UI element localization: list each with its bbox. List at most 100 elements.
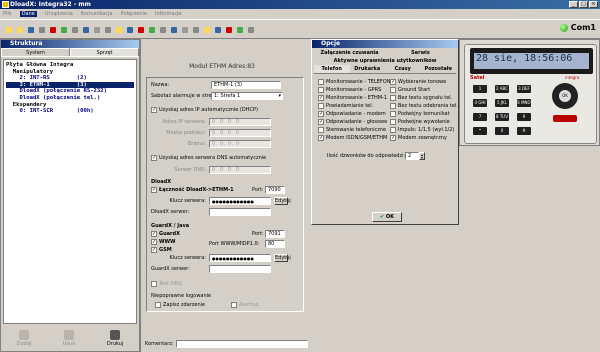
option-checkbox[interactable]: ✓ Monitorowanie - ETHM-1 — [318, 94, 388, 102]
keypad-key[interactable]: 0 — [495, 127, 509, 135]
keypad-key[interactable]: 5 JKL — [495, 99, 509, 107]
guardx-key-input[interactable]: ●●●●●●●●●●●● — [209, 254, 271, 262]
option-checkbox[interactable]: ✓ Odpowiadanie - modem — [318, 110, 388, 118]
toolbar-tool-6-icon[interactable] — [69, 24, 79, 34]
www-port-input[interactable]: 80 — [265, 240, 285, 248]
tab-system[interactable]: System — [1, 48, 70, 56]
toolbar-tool-11-icon[interactable] — [124, 24, 134, 34]
remove-button[interactable]: Usuń — [63, 330, 75, 350]
keypad-key[interactable]: 7 PQRS — [473, 113, 487, 127]
comment-input[interactable] — [176, 340, 308, 348]
dloadx-port-input[interactable]: 7090 — [265, 186, 285, 194]
toolbar-tool-8-icon[interactable] — [91, 24, 101, 34]
option-checkbox[interactable]: Bez testu sygnału tel. — [390, 94, 458, 102]
add-button[interactable]: Dodaj — [17, 330, 31, 350]
toolbar-tool-13-icon[interactable] — [146, 24, 156, 34]
hardware-tree[interactable]: Płyta Główna Integra Manipulatory 2: INT… — [3, 59, 137, 324]
toolbar-tool-3-icon[interactable] — [36, 24, 46, 34]
keypad-key[interactable]: * — [473, 127, 487, 135]
tree-item[interactable]: Płyta Główna Integra — [6, 62, 134, 69]
option-checkbox[interactable]: Sterowanie telefoniczne — [318, 126, 388, 134]
toolbar-tool-12-icon[interactable] — [135, 24, 145, 34]
function-key[interactable] — [553, 115, 577, 122]
tab-user-rights[interactable]: Aktywne uprawnienia użytkowników — [314, 57, 456, 65]
tab-printer[interactable]: Drukarka — [350, 65, 386, 73]
menu-item-2[interactable]: Urządzenia — [45, 11, 73, 17]
option-checkbox[interactable]: ✓ Modem zewnętrzny — [390, 134, 458, 142]
dloadx-key-edit-button[interactable]: Edytuj — [274, 197, 291, 205]
toolbar-tool-4-icon[interactable] — [47, 24, 57, 34]
toolbar-tool-21-icon[interactable] — [234, 24, 244, 34]
option-checkbox[interactable]: ✓ Odpowiadanie - głosowe — [318, 118, 388, 126]
gateway-input[interactable]: 0 . 0 . 0 . 0 — [209, 140, 271, 148]
keypad-key[interactable]: 8 TUV — [495, 113, 509, 121]
toolbar-tool-1-icon[interactable] — [14, 24, 24, 34]
toolbar-tool-22-icon[interactable] — [245, 24, 255, 34]
alarm-checkbox[interactable]: Alarmuj — [231, 301, 258, 309]
rings-spinner[interactable]: ▴ ▾ — [419, 152, 425, 160]
dhcp-checkbox[interactable]: ✓ Uzyskaj adres IP automatycznie (DHCP) — [151, 106, 258, 114]
test-ping-checkbox[interactable]: Test PING — [151, 280, 183, 288]
option-checkbox[interactable]: Bez testu odebrania tel. — [390, 102, 458, 110]
menu-item-4[interactable]: Połączenie — [121, 11, 147, 17]
save-event-checkbox[interactable]: Zapisz zdarzenie — [155, 301, 205, 309]
sabotage-select[interactable]: 1: Strefa 1 ▾ — [211, 92, 283, 100]
option-checkbox[interactable]: Powiadamianie tel. — [318, 102, 388, 110]
ok-button[interactable]: ✔ OK — [372, 212, 402, 222]
toolbar-tool-17-icon[interactable] — [190, 24, 200, 34]
gsm-checkbox[interactable]: ✓ GSM — [151, 246, 172, 254]
tree-item[interactable]: DloadX (połączenie RS-232) — [6, 88, 134, 95]
menu-item-1[interactable]: Dane — [19, 11, 37, 17]
tab-other[interactable]: Pozostałe — [421, 65, 457, 73]
dns-input[interactable]: 0 . 0 . 0 . 0 — [209, 166, 271, 174]
option-checkbox[interactable]: ✓ Wybieranie tonowe — [390, 78, 458, 86]
tree-item[interactable]: 3: ETHM-1 (3) — [6, 81, 134, 89]
name-input[interactable]: ETHM-1 (3) — [211, 81, 281, 89]
option-checkbox[interactable]: ✓ Modem ISDN/GSM/ETHM — [318, 134, 388, 142]
guardx-server-input[interactable] — [209, 265, 271, 273]
mask-input[interactable]: 0 . 0 . 0 . 0 — [209, 129, 271, 137]
tree-item[interactable]: Ekspandery — [6, 102, 134, 109]
toolbar-tool-7-icon[interactable] — [80, 24, 90, 34]
toolbar-tool-10-icon[interactable] — [113, 24, 123, 34]
tree-item[interactable]: Manipulatory — [6, 69, 134, 76]
toolbar-tool-2-icon[interactable] — [25, 24, 35, 34]
ip-input[interactable]: 0 . 0 . 0 . 0 — [209, 118, 271, 126]
toolbar-tool-5-icon[interactable] — [58, 24, 68, 34]
tab-times[interactable]: Czasy — [385, 65, 421, 73]
tab-service[interactable]: Serwis — [385, 49, 456, 57]
keypad-key[interactable]: # — [517, 127, 531, 135]
tree-item[interactable]: 0: INT-SCR (00h) — [6, 108, 134, 115]
tree-item[interactable]: 2: INT-RS (2) — [6, 75, 134, 82]
tab-phone[interactable]: Telefon — [314, 65, 350, 73]
dloadx-key-input[interactable]: ●●●●●●●●●●●● — [209, 197, 271, 205]
guardx-key-edit-button[interactable]: Edytuj — [274, 254, 291, 262]
close-button[interactable]: × — [589, 1, 598, 8]
toolbar-tool-19-icon[interactable] — [212, 24, 222, 34]
option-checkbox[interactable]: Monitorowanie - TELEFON — [318, 78, 390, 86]
tree-item[interactable]: DloadX (połączenie tel.) — [6, 95, 134, 102]
menu-item-0[interactable]: Plik — [3, 11, 12, 17]
toolbar-tool-15-icon[interactable] — [168, 24, 178, 34]
keypad-key[interactable]: 6 MNO — [517, 99, 531, 107]
toolbar-tool-20-icon[interactable] — [223, 24, 233, 34]
rings-input[interactable]: 2 — [405, 152, 419, 160]
toolbar-tool-9-icon[interactable] — [102, 24, 112, 34]
print-button[interactable]: Drukuj — [107, 330, 123, 350]
toolbar-tool-14-icon[interactable] — [157, 24, 167, 34]
keypad-key[interactable]: 9 WXYZ — [517, 113, 531, 127]
www-checkbox[interactable]: ✓ WWW — [151, 238, 176, 246]
keypad-key[interactable]: 2 ABC — [495, 85, 509, 93]
keypad-key[interactable]: 3 DEF — [517, 85, 531, 93]
keypad-key[interactable]: 1 — [473, 85, 487, 93]
dloadx-link-checkbox[interactable]: ✓ Łączność DloadX->ETHM-1 — [151, 186, 234, 194]
guardx-port-input[interactable]: 7091 — [265, 230, 285, 238]
menu-item-5[interactable]: Informacje — [155, 11, 182, 17]
minimize-button[interactable]: _ — [569, 1, 578, 8]
tab-arming[interactable]: Załączenie czuwania — [314, 49, 385, 57]
toolbar-tool-0-icon[interactable] — [3, 24, 13, 34]
option-checkbox[interactable]: Monitorowanie - GPRS — [318, 86, 388, 94]
option-checkbox[interactable]: Podwójne wywołanie — [390, 118, 458, 126]
option-checkbox[interactable]: Impuls: 1/1,5 (wył.1/2) — [390, 126, 458, 134]
option-checkbox[interactable]: Ground Start — [390, 86, 458, 94]
